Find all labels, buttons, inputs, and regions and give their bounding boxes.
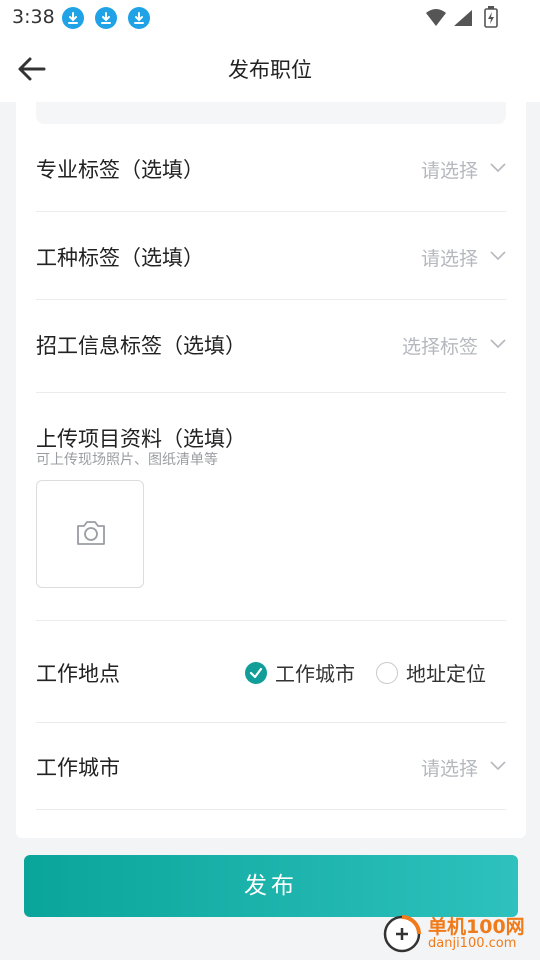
previous-field-box bbox=[36, 102, 506, 124]
recruit-tag-placeholder: 选择标签 bbox=[401, 336, 478, 358]
work-type-tag-label: 工种标签（选填） bbox=[36, 246, 204, 270]
work-city-label: 工作城市 bbox=[36, 756, 120, 780]
status-bar: 3:38 bbox=[0, 0, 540, 36]
status-time: 3:38 bbox=[12, 6, 55, 28]
work-city-row[interactable]: 工作城市 请选择 bbox=[36, 732, 506, 798]
recruit-tag-label: 招工信息标签（选填） bbox=[36, 334, 246, 358]
divider bbox=[36, 392, 506, 393]
upload-hint: 可上传现场照片、图纸清单等 bbox=[36, 452, 218, 468]
watermark-logo-icon bbox=[383, 915, 421, 953]
work-type-tag-row[interactable]: 工种标签（选填） 请选择 bbox=[36, 222, 506, 288]
camera-icon bbox=[77, 521, 105, 545]
divider bbox=[36, 809, 506, 810]
publish-button[interactable]: 发布 bbox=[24, 855, 518, 917]
work-type-tag-placeholder: 请选择 bbox=[420, 248, 478, 270]
radio-work-city-label: 工作城市 bbox=[275, 662, 355, 686]
form-card: 专业标签（选填） 请选择 工种标签（选填） 请选择 招工信息标签（选填） 选择标… bbox=[16, 102, 526, 838]
divider bbox=[36, 211, 506, 212]
chevron-down-icon bbox=[490, 339, 506, 349]
watermark-url: danji100.com bbox=[428, 936, 517, 951]
app-header: 发布职位 bbox=[0, 36, 540, 102]
divider bbox=[36, 299, 506, 300]
upload-photo-button[interactable] bbox=[36, 480, 144, 588]
chevron-down-icon bbox=[490, 163, 506, 173]
page-title: 发布职位 bbox=[228, 58, 312, 82]
work-location-label: 工作地点 bbox=[36, 662, 120, 686]
watermark: 单机100网 danji100.com bbox=[382, 910, 532, 956]
watermark-title: 单机100网 bbox=[428, 916, 525, 938]
chevron-down-icon bbox=[490, 251, 506, 261]
radio-address-location[interactable]: 地址定位 bbox=[376, 658, 486, 687]
work-city-placeholder: 请选择 bbox=[420, 758, 478, 780]
radio-address-location-label: 地址定位 bbox=[406, 662, 486, 686]
download-icon bbox=[62, 7, 84, 29]
download-icon bbox=[95, 7, 117, 29]
major-tag-placeholder: 请选择 bbox=[420, 160, 478, 182]
download-icon bbox=[128, 7, 150, 29]
major-tag-row[interactable]: 专业标签（选填） 请选择 bbox=[36, 134, 506, 200]
wifi-icon bbox=[426, 9, 446, 26]
divider bbox=[36, 620, 506, 621]
radio-work-city[interactable]: 工作城市 bbox=[245, 658, 355, 687]
recruit-tag-row[interactable]: 招工信息标签（选填） 选择标签 bbox=[36, 310, 506, 376]
signal-icon bbox=[454, 10, 472, 26]
radio-checked-icon bbox=[245, 661, 267, 684]
major-tag-label: 专业标签（选填） bbox=[36, 158, 204, 182]
chevron-down-icon bbox=[490, 761, 506, 771]
radio-unchecked-icon bbox=[376, 661, 398, 684]
divider bbox=[36, 722, 506, 723]
battery-icon bbox=[484, 6, 498, 28]
